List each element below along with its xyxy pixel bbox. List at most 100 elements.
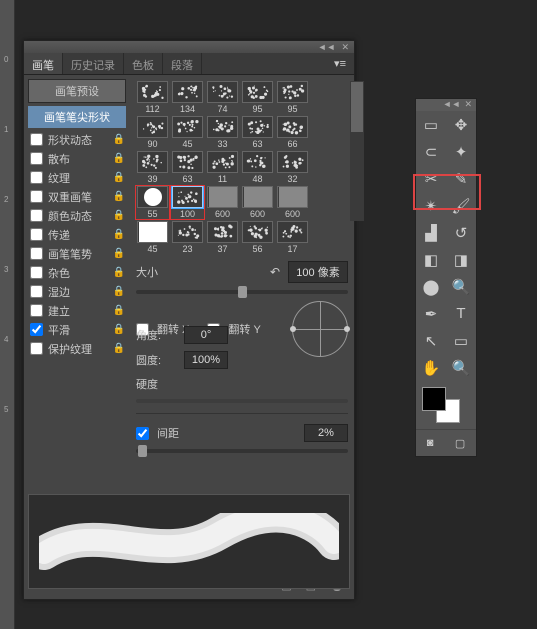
brush-option-6[interactable]: 画笔笔势🔒 [28,244,126,263]
option-checkbox[interactable] [30,342,43,355]
gradient-tool-icon[interactable]: ◨ [446,246,476,273]
angle-widget[interactable] [292,301,348,357]
brush-presets-button[interactable]: 画笔预设 [28,79,126,103]
marquee-tool-icon[interactable]: ▭ [416,111,446,138]
brush-thumb[interactable]: 63 [241,116,274,149]
lock-icon[interactable]: 🔒 [113,305,125,316]
option-checkbox[interactable] [30,209,43,222]
lock-icon[interactable]: 🔒 [113,172,125,183]
lock-icon[interactable]: 🔒 [113,153,125,164]
brush-thumb[interactable]: 23 [171,221,204,254]
lock-icon[interactable]: 🔒 [113,210,125,221]
panel-menu-icon[interactable]: ▾≡ [326,53,354,74]
close-icon[interactable]: ✕ [341,42,349,53]
option-checkbox[interactable] [30,266,43,279]
brush-option-0[interactable]: 形状动态🔒 [28,130,126,149]
pen-tool-icon[interactable]: ✒ [416,300,446,327]
eraser-tool-icon[interactable]: ◧ [416,246,446,273]
brush-thumb[interactable]: 134 [171,81,204,114]
option-checkbox[interactable] [30,247,43,260]
brush-thumb[interactable]: 66 [276,116,309,149]
thumbs-scrollbar[interactable] [350,81,364,221]
tab-swatches[interactable]: 色板 [124,53,163,74]
spacing-checkbox[interactable] [136,427,149,440]
type-tool-icon[interactable]: T [446,300,476,327]
angle-input[interactable]: 0° [184,326,228,344]
tab-brush[interactable]: 画笔 [24,53,63,74]
blur-tool-icon[interactable]: ⬤ [416,273,446,300]
history-brush-tool-icon[interactable]: ↺ [446,219,476,246]
brush-thumb[interactable]: 74 [206,81,239,114]
brush-option-9[interactable]: 建立🔒 [28,301,126,320]
brush-thumb[interactable]: 95 [241,81,274,114]
brush-tip-shape-button[interactable]: 画笔笔尖形状 [28,106,126,128]
lock-icon[interactable]: 🔒 [113,191,125,202]
stamp-tool-icon[interactable]: ▟ [416,219,446,246]
brush-thumb[interactable]: 39 [136,151,169,184]
brush-thumb[interactable]: 17 [276,221,309,254]
tools-close-icon[interactable]: ✕ [464,99,472,111]
brush-thumb[interactable]: 100 [171,186,204,219]
brush-thumb[interactable]: 95 [276,81,309,114]
lock-icon[interactable]: 🔒 [113,324,125,335]
option-checkbox[interactable] [30,285,43,298]
lock-icon[interactable]: 🔒 [113,229,125,240]
brush-option-5[interactable]: 传递🔒 [28,225,126,244]
tab-paragraph[interactable]: 段落 [163,53,202,74]
brush-thumb[interactable]: 600 [206,186,239,219]
move-tool-icon[interactable]: ✥ [446,111,476,138]
brush-option-7[interactable]: 杂色🔒 [28,263,126,282]
foreground-color[interactable] [422,387,446,411]
lock-icon[interactable]: 🔒 [113,343,125,354]
brush-option-10[interactable]: 平滑🔒 [28,320,126,339]
brush-option-4[interactable]: 颜色动态🔒 [28,206,126,225]
reset-size-icon[interactable]: ↶ [270,265,280,279]
path-select-tool-icon[interactable]: ↖ [416,327,446,354]
size-input[interactable]: 100 像素 [288,261,348,283]
brush-option-11[interactable]: 保护纹理🔒 [28,339,126,358]
brush-option-2[interactable]: 纹理🔒 [28,168,126,187]
roundness-input[interactable]: 100% [184,351,228,369]
brush-option-1[interactable]: 散布🔒 [28,149,126,168]
lock-icon[interactable]: 🔒 [113,248,125,259]
option-checkbox[interactable] [30,304,43,317]
option-checkbox[interactable] [30,323,43,336]
brush-thumb[interactable]: 90 [136,116,169,149]
option-checkbox[interactable] [30,190,43,203]
dodge-tool-icon[interactable]: 🔍 [446,273,476,300]
lock-icon[interactable]: 🔒 [113,286,125,297]
option-checkbox[interactable] [30,133,43,146]
brush-thumb[interactable]: 37 [206,221,239,254]
zoom-tool-icon[interactable]: 🔍 [446,354,476,381]
brush-thumb[interactable]: 112 [136,81,169,114]
brush-thumb[interactable]: 48 [241,151,274,184]
brush-thumb[interactable]: 55 [136,186,169,219]
spacing-input[interactable]: 2% [304,424,348,442]
brush-thumb[interactable]: 600 [276,186,309,219]
magic-wand-tool-icon[interactable]: ✦ [446,138,476,165]
hand-tool-icon[interactable]: ✋ [416,354,446,381]
lasso-tool-icon[interactable]: ⊂ [416,138,446,165]
brush-option-8[interactable]: 湿边🔒 [28,282,126,301]
brush-thumb[interactable]: 33 [206,116,239,149]
quickmask-icon[interactable]: ◙ [427,437,434,449]
collapse-icon[interactable]: ◄◄ [318,42,336,52]
lock-icon[interactable]: 🔒 [113,134,125,145]
screenmode-icon[interactable]: ▢ [455,437,465,450]
option-checkbox[interactable] [30,228,43,241]
option-checkbox[interactable] [30,171,43,184]
brush-thumb[interactable]: 45 [136,221,169,254]
spacing-slider[interactable] [136,449,348,453]
brush-thumb[interactable]: 11 [206,151,239,184]
tools-collapse-icon[interactable]: ◄◄ [443,99,461,111]
size-slider[interactable] [136,290,348,294]
lock-icon[interactable]: 🔒 [113,267,125,278]
brush-thumb[interactable]: 32 [276,151,309,184]
shape-tool-icon[interactable]: ▭ [446,327,476,354]
brush-thumb[interactable]: 600 [241,186,274,219]
brush-thumb[interactable]: 45 [171,116,204,149]
option-checkbox[interactable] [30,152,43,165]
brush-option-3[interactable]: 双重画笔🔒 [28,187,126,206]
tab-history[interactable]: 历史记录 [63,53,124,74]
color-swatches[interactable] [420,385,472,425]
